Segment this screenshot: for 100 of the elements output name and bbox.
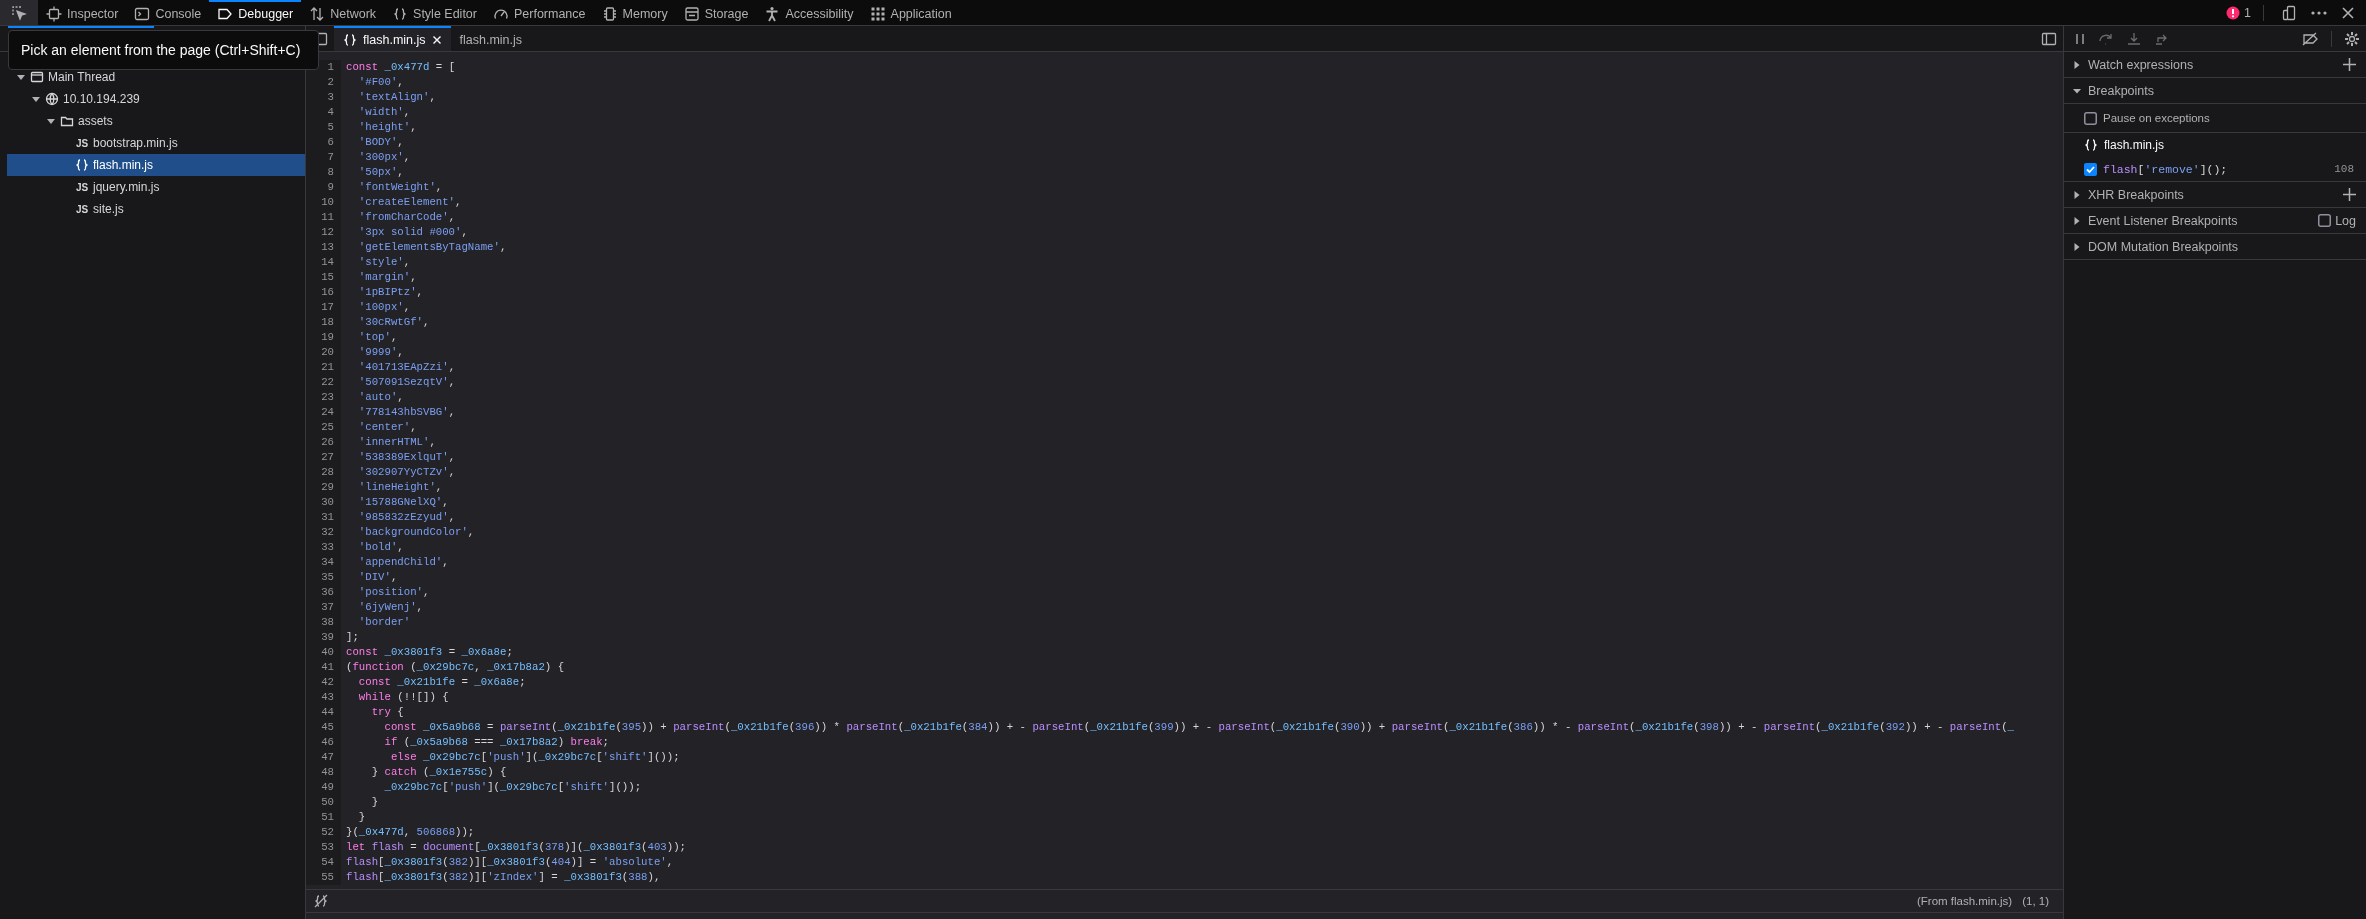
line-number: 50 [306, 795, 341, 810]
code-line: 'top', [357, 330, 398, 345]
line-number: 38 [306, 615, 341, 630]
line-number: 27 [306, 450, 341, 465]
line-number: 52 [306, 825, 341, 840]
code-line: 'fontWeight', [357, 180, 443, 195]
line-number: 9 [306, 180, 341, 195]
code-line: while (!![]) { [357, 690, 449, 705]
code-line: 'fromCharCode', [357, 210, 456, 225]
line-number: 10 [306, 195, 341, 210]
line-number: 44 [306, 705, 341, 720]
code-line: try { [370, 705, 404, 720]
code-line: const _0x477d = [ [345, 60, 456, 75]
code-line: if (_0x5a9b68 === _0x17b8a2) break; [383, 735, 609, 750]
code-line: 'textAlign', [357, 90, 436, 105]
code-line: 'auto', [357, 390, 404, 405]
code-line: } [370, 795, 379, 810]
line-number: 12 [306, 225, 341, 240]
code-line: 'appendChild', [357, 555, 449, 570]
code-line: '300px', [357, 150, 411, 165]
line-number: 3 [306, 90, 341, 105]
code-line: 'backgroundColor', [357, 525, 475, 540]
line-number: 18 [306, 315, 341, 330]
line-number: 26 [306, 435, 341, 450]
file-type-label: JS [75, 181, 89, 193]
line-number: 13 [306, 240, 341, 255]
line-number: 2 [306, 75, 341, 90]
line-number: 43 [306, 690, 341, 705]
code-line: flash[_0x3801f3(382)][_0x3801f3(404)] = 'absolute', [345, 855, 674, 870]
line-number: 21 [306, 360, 341, 375]
code-line: _0x29bc7c['push'](_0x29bc7c['shift']()); [383, 780, 642, 795]
code-line: '#F00', [357, 75, 404, 90]
code-line: 'position', [357, 585, 430, 600]
line-number: 53 [306, 840, 341, 855]
code-line: '302907YyCTZv', [357, 465, 456, 480]
code-line: else _0x29bc7c['push'](_0x29bc7c['shift']()); [389, 750, 680, 765]
source-label: (From flash.min.js) [1916, 895, 2013, 907]
code-line: '15788GNelXQ', [357, 495, 449, 510]
code-line: 'bold', [357, 540, 404, 555]
code-line: '9999', [357, 345, 404, 360]
line-number: 32 [306, 525, 341, 540]
code-line: }(_0x477d, 506868)); [345, 825, 475, 840]
code-line: '3px solid #000', [357, 225, 468, 240]
code-line: '50px', [357, 165, 404, 180]
code-line: 'DIV', [357, 570, 398, 585]
line-number: 41 [306, 660, 341, 675]
code-line: '1pBIPtz', [357, 285, 423, 300]
code-line: 'border' [357, 615, 411, 630]
line-number: 17 [306, 300, 341, 315]
line-number: 51 [306, 810, 341, 825]
line-number: 30 [306, 495, 341, 510]
line-number: 16 [306, 285, 341, 300]
checkbox-label: Pause on exceptions [2103, 112, 2210, 124]
line-number: 37 [306, 600, 341, 615]
code-line: const _0x21b1fe = _0x6a8e; [357, 675, 526, 690]
code-line: '100px', [357, 300, 411, 315]
line-number: 35 [306, 570, 341, 585]
code-line: let flash = document[_0x3801f3(378)](_0x3801f3(403)); [345, 840, 687, 855]
tooltip: Pick an element from the page (Ctrl+Shift+C) [8, 30, 319, 70]
line-number: 31 [306, 510, 341, 525]
code-line: 'height', [357, 120, 417, 135]
line-number: 48 [306, 765, 341, 780]
file-type-label: JS [75, 137, 89, 149]
code-line: (function (_0x29bc7c, _0x17b8a2) { [345, 660, 565, 675]
code-line: 'innerHTML', [357, 435, 436, 450]
line-number: 36 [306, 585, 341, 600]
code-line: 'BODY', [357, 135, 404, 150]
line-number: 8 [306, 165, 341, 180]
code-line: const _0x3801f3 = _0x6a8e; [345, 645, 513, 660]
line-number: 25 [306, 420, 341, 435]
code-line: '507091SezqtV', [357, 375, 456, 390]
code-line: } catch (_0x1e755c) { [370, 765, 507, 780]
code-line: '401713EApZzi', [357, 360, 456, 375]
line-number: 34 [306, 555, 341, 570]
line-number: 19 [306, 330, 341, 345]
line-number: 39 [306, 630, 341, 645]
code-line: 'createElement', [357, 195, 462, 210]
code-line: const _0x5a9b68 = parseInt(_0x21b1fe(395)) + parseInt(_0x21b1fe(396)) * parseInt(_0x21b1fe(384)) + - parseInt(_0x21b1fe(399)) + - parseInt(_0x21b1fe(390)) + parseInt(_0x21b1fe(386)) * - parseInt(_0x21b1fe(398)) + - parseInt(_0x21b1fe(392)) + - parseInt(_ [383, 720, 2014, 735]
cursor-position: (1, 1) [2022, 895, 2049, 907]
code-line: '30cRwtGf', [357, 315, 430, 330]
code-line: '778143hbSVBG', [357, 405, 456, 420]
code-line: '6jyWenj', [357, 600, 423, 615]
line-number: 24 [306, 405, 341, 420]
line-number: 42 [306, 675, 341, 690]
line-number: 47 [306, 750, 341, 765]
code-line: 'getElementsByTagName', [357, 240, 507, 255]
line-number: 45 [306, 720, 341, 735]
line-number: 11 [306, 210, 341, 225]
code-line: 'width', [357, 105, 411, 120]
code-line: 'center', [357, 420, 417, 435]
code-line: 'margin', [357, 270, 417, 285]
line-number: 7 [306, 150, 341, 165]
line-number: 54 [306, 855, 341, 870]
line-number: 49 [306, 780, 341, 795]
line-number: 5 [306, 120, 341, 135]
line-number: 23 [306, 390, 341, 405]
line-number: 46 [306, 735, 341, 750]
file-type-label: JS [75, 203, 89, 215]
line-number: 108 [2334, 163, 2355, 175]
line-number: 6 [306, 135, 341, 150]
